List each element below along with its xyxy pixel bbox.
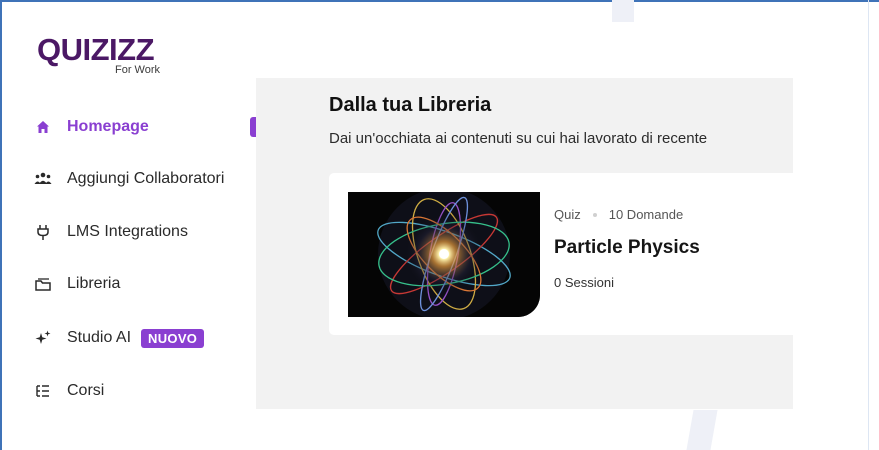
logo-wordmark: QUIZIZZ	[37, 32, 155, 67]
sidebar-item-label: LMS Integrations	[67, 223, 188, 240]
logo-subtitle: For Work	[115, 64, 161, 76]
home-icon	[33, 117, 53, 137]
library-section: Dalla tua Libreria Dai un'occhiata ai co…	[256, 78, 793, 409]
quiz-meta: Quiz 10 Domande	[554, 207, 683, 222]
sidebar-item-corsi[interactable]: Corsi	[17, 377, 104, 405]
sidebar-item-label: Aggiungi Collaboratori	[67, 170, 225, 187]
separator-dot	[592, 212, 597, 217]
background-decoration	[612, 0, 634, 22]
quizizz-logo[interactable]: QUIZIZZ For Work	[37, 28, 177, 78]
sidebar-item-studio-ai[interactable]: Studio AI NUOVO	[17, 324, 205, 352]
sidebar-item-label: Corsi	[67, 382, 105, 399]
quiz-card[interactable]: Quiz 10 Domande Particle Physics 0 Sessi…	[329, 173, 793, 335]
plug-icon	[33, 222, 53, 242]
users-icon	[33, 169, 53, 189]
sidebar-item-collaborators[interactable]: Aggiungi Collaboratori	[17, 165, 224, 193]
quiz-thumbnail	[348, 192, 540, 317]
sidebar-item-label: Homepage	[67, 118, 149, 135]
quiz-type: Quiz	[554, 207, 581, 222]
sidebar-item-label: Libreria	[67, 275, 121, 292]
section-subtitle: Dai un'occhiata ai contenuti su cui hai …	[329, 130, 708, 147]
session-count: 0 Sessioni	[554, 275, 614, 290]
list-icon	[33, 381, 53, 401]
sidebar-item-label: Studio AI	[67, 329, 132, 346]
sidebar-item-homepage[interactable]: Homepage	[17, 113, 149, 141]
sparkles-icon	[33, 328, 53, 348]
question-count: 10 Domande	[608, 207, 684, 222]
sidebar-item-lms-integrations[interactable]: LMS Integrations	[17, 218, 188, 246]
new-badge: NUOVO	[141, 328, 205, 348]
sidebar: QUIZIZZ For Work Homepage Aggiungi Colla…	[17, 22, 256, 450]
sidebar-item-libreria[interactable]: Libreria	[17, 270, 120, 298]
folder-icon	[33, 274, 53, 294]
section-title: Dalla tua Libreria	[329, 94, 492, 116]
frame-divider	[868, 0, 869, 450]
quiz-title: Particle Physics	[554, 237, 700, 258]
